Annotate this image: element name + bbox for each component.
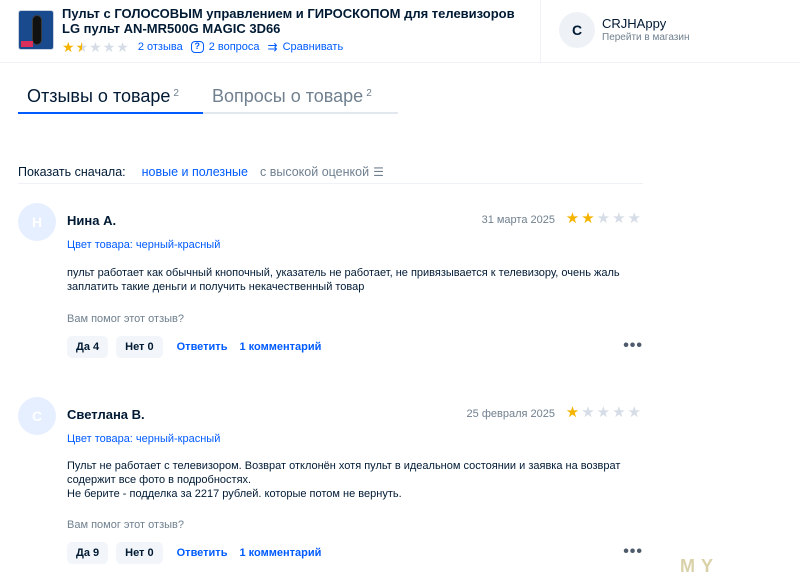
star-empty-icon: ★ (89, 39, 102, 55)
go-to-store-link[interactable]: Перейти в магазин (602, 32, 690, 43)
sort-label: Показать сначала: (18, 165, 126, 179)
vote-yes-button[interactable]: Да 9 (67, 542, 109, 564)
product-rating-stars: ★ ★ ★ ★ ★ (62, 40, 130, 54)
tab-reviews-label: Отзывы о товаре (27, 86, 171, 106)
reply-link[interactable]: Ответить (177, 341, 228, 353)
compare-icon: ⇉ (267, 40, 278, 54)
helpful-prompt: Вам помог этот отзыв? (67, 519, 184, 531)
tab-questions-count: 2 (366, 88, 372, 99)
product-thumbnail[interactable] (18, 10, 54, 50)
compare-link[interactable]: ⇉ Сравнивать (268, 40, 344, 54)
vote-no-button[interactable]: Нет 0 (116, 336, 163, 358)
star-empty-icon: ★ (102, 39, 116, 55)
sort-icon[interactable]: ☰ (373, 165, 384, 179)
tab-reviews[interactable]: Отзывы о товаре 2 (27, 84, 179, 108)
more-options-icon[interactable]: ••• (623, 337, 643, 355)
helpful-prompt: Вам помог этот отзыв? (67, 313, 184, 325)
star-empty-icon: ★ (627, 404, 641, 421)
divider (18, 183, 643, 184)
star-empty-icon: ★ (116, 39, 129, 55)
product-meta: ★ ★ ★ ★ ★ 2 отзыва ? 2 вопроса ⇉ Сравнив… (62, 39, 343, 55)
reply-link[interactable]: Ответить (177, 547, 228, 559)
product-title[interactable]: Пульт с ГОЛОСОВЫМ управлением и ГИРОСКОП… (62, 6, 532, 36)
star-half-icon: ★ (75, 39, 89, 55)
question-icon: ? (190, 41, 204, 53)
review-text: Пульт не работает с телевизором. Возврат… (67, 459, 637, 501)
review-text-line: Не берите - подделка за 2217 рублей. кот… (67, 488, 402, 500)
questions-link-label: 2 вопроса (208, 41, 260, 53)
comments-link[interactable]: 1 комментарий (239, 547, 321, 559)
review-card: Н Нина А. 31 марта 2025 ★ ★ ★ ★ ★ Цвет т… (18, 203, 643, 393)
star-empty-icon: ★ (581, 404, 595, 421)
star-icon: ★ (565, 404, 580, 421)
review-text-line: пульт работает как обычный кнопочный, ук… (67, 267, 620, 279)
review-text-line: заплатить такие деньги и получить некаче… (67, 281, 365, 293)
review-text: пульт работает как обычный кнопочный, ук… (67, 266, 637, 294)
watermark: MY (680, 556, 719, 576)
vote-yes-button[interactable]: Да 4 (67, 336, 109, 358)
avatar: С (18, 397, 56, 435)
remote-image (32, 15, 42, 45)
more-options-icon[interactable]: ••• (623, 543, 643, 561)
star-empty-icon: ★ (612, 404, 626, 421)
sort-option-high-rating[interactable]: с высокой оценкой (260, 165, 369, 179)
star-icon: ★ (62, 39, 75, 55)
review-card: С Светлана В. 25 февраля 2025 ★ ★ ★ ★ ★ … (18, 397, 643, 583)
star-empty-icon: ★ (627, 210, 641, 227)
review-actions: Да 9 Нет 0 Ответить 1 комментарий (67, 542, 327, 564)
brand-logo-mark (21, 41, 33, 47)
sort-option-new-useful[interactable]: новые и полезные (142, 165, 248, 179)
sort-bar: Показать сначала: новые и полезные с выс… (18, 160, 643, 184)
review-rating-stars: ★ ★ ★ ★ ★ (566, 211, 643, 226)
star-empty-icon: ★ (596, 404, 611, 421)
star-icon: ★ (581, 210, 595, 227)
avatar: Н (18, 203, 56, 241)
star-icon: ★ (565, 210, 580, 227)
product-header: Пульт с ГОЛОСОВЫМ управлением и ГИРОСКОП… (0, 0, 800, 62)
review-date: 25 февраля 2025 (466, 408, 555, 420)
divider (540, 0, 541, 62)
product-color: Цвет товара: черный-красный (67, 433, 221, 445)
comments-link[interactable]: 1 комментарий (239, 341, 321, 353)
review-actions: Да 4 Нет 0 Ответить 1 комментарий (67, 336, 327, 358)
review-rating-stars: ★ ★ ★ ★ ★ (566, 405, 643, 420)
divider (0, 62, 800, 63)
reviewer-name: Светлана В. (67, 407, 145, 422)
reviews-link[interactable]: 2 отзыва (138, 41, 183, 53)
seller-name[interactable]: CRJHAppy (602, 16, 666, 31)
compare-link-label: Сравнивать (282, 41, 344, 53)
reviewer-name: Нина А. (67, 213, 117, 228)
review-text-line: содержит все фото в подробностях. (67, 474, 252, 486)
star-empty-icon: ★ (596, 210, 611, 227)
seller-avatar[interactable]: C (559, 12, 595, 48)
tab-questions-label: Вопросы о товаре (212, 86, 364, 106)
review-date: 31 марта 2025 (481, 214, 555, 226)
tab-reviews-count: 2 (173, 88, 179, 99)
questions-link[interactable]: ? 2 вопроса (190, 41, 260, 53)
vote-no-button[interactable]: Нет 0 (116, 542, 163, 564)
star-empty-icon: ★ (612, 210, 626, 227)
review-text-line: Пульт не работает с телевизором. Возврат… (67, 460, 621, 472)
tab-questions[interactable]: Вопросы о товаре 2 (212, 84, 372, 108)
review-tabs: Отзывы о товаре 2 Вопросы о товаре 2 (18, 84, 398, 114)
active-tab-indicator (18, 112, 203, 114)
product-color: Цвет товара: черный-красный (67, 239, 221, 251)
